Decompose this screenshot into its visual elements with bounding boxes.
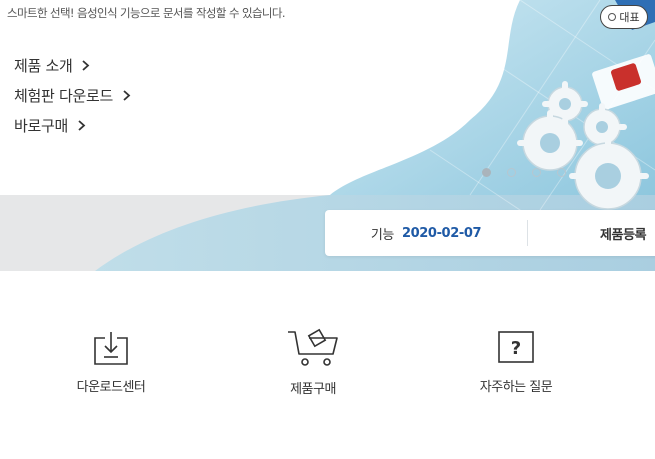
update-date: 2020-02-07 bbox=[401, 225, 482, 241]
quick-faq[interactable]: ? 자주하는 질문 bbox=[456, 328, 576, 395]
product-purchase-label: 제품구매 bbox=[290, 382, 336, 397]
representative-badge[interactable]: 대표 bbox=[600, 5, 648, 29]
shopping-cart-icon bbox=[288, 328, 338, 366]
quick-product-purchase[interactable]: 제품구매 bbox=[253, 328, 373, 397]
slide-pagination bbox=[482, 168, 566, 177]
download-tray-icon bbox=[94, 332, 128, 365]
slide-dot-2[interactable] bbox=[507, 168, 516, 177]
trial-download-label: 체험판 다운로드 bbox=[14, 86, 113, 105]
trial-download-link[interactable]: 체험판 다운로드 bbox=[14, 80, 132, 110]
svg-text:?: ? bbox=[511, 338, 521, 359]
buy-now-link[interactable]: 바로구매 bbox=[14, 110, 132, 140]
info-bar: 기능 2020-02-07 제품등록 bbox=[325, 210, 655, 256]
circle-icon bbox=[608, 13, 617, 21]
download-center-label: 다운로드센터 bbox=[76, 380, 146, 395]
product-intro-label: 제품 소개 bbox=[14, 56, 73, 75]
slide-dot-1[interactable] bbox=[482, 168, 491, 177]
faq-label: 자주하는 질문 bbox=[479, 380, 553, 395]
product-register-link[interactable]: 제품등록 bbox=[528, 224, 655, 243]
question-box-icon: ? bbox=[498, 331, 534, 363]
quick-download-center[interactable]: 다운로드센터 bbox=[51, 328, 171, 395]
feature-label: 기능 bbox=[370, 227, 395, 243]
buy-now-label: 바로구매 bbox=[14, 116, 69, 135]
hero-subtitle: 스마트한 선택! 음성인식 기능으로 문서를 작성할 수 있습니다. bbox=[7, 6, 286, 20]
chevron-right-icon bbox=[123, 89, 131, 101]
slide-dot-3[interactable] bbox=[532, 168, 541, 177]
hero-banner: 스마트한 선택! 음성인식 기능으로 문서를 작성할 수 있습니다. 제품 소개… bbox=[0, 0, 655, 271]
hero-links: 제품 소개 체험판 다운로드 바로구매 bbox=[14, 50, 132, 140]
chevron-right-icon bbox=[78, 119, 86, 131]
slide-dot-4[interactable] bbox=[557, 168, 566, 177]
badge-label: 대표 bbox=[619, 11, 640, 24]
product-intro-link[interactable]: 제품 소개 bbox=[14, 50, 132, 80]
chevron-right-icon bbox=[82, 59, 90, 71]
feature-update-info: 기능 2020-02-07 bbox=[325, 224, 527, 243]
